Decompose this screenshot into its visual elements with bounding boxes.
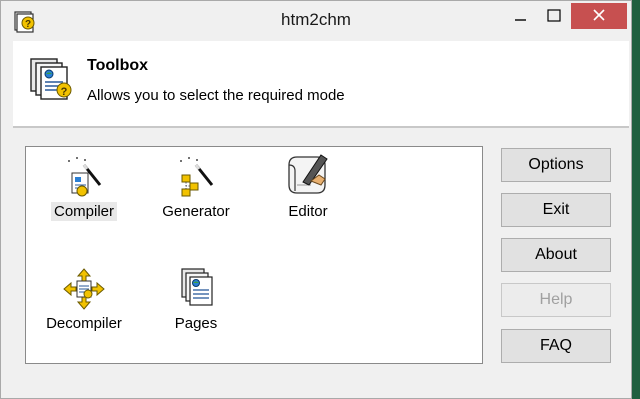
pages-stack-icon <box>181 268 213 306</box>
tool-label-generator: Generator <box>162 203 230 220</box>
about-button[interactable]: About <box>501 238 611 272</box>
tool-item-pages[interactable]: Pages <box>148 267 244 333</box>
minimize-icon <box>515 19 526 21</box>
close-icon <box>593 9 605 21</box>
app-window: ? htm2chm ? Toolbox Allows you to select… <box>0 0 632 399</box>
close-button[interactable] <box>571 3 627 29</box>
document-globe-icon: ? <box>30 58 72 100</box>
tool-label-compiler: Compiler <box>50 202 117 221</box>
header-subtitle: Allows you to select the required mode <box>87 87 345 104</box>
svg-text:?: ? <box>61 86 68 98</box>
tool-item-compiler[interactable]: Compiler <box>36 155 132 221</box>
minimize-button[interactable] <box>501 3 539 29</box>
faq-button[interactable]: FAQ <box>501 329 611 363</box>
maximize-button[interactable] <box>535 3 573 29</box>
maximize-icon <box>547 9 561 22</box>
tool-item-generator[interactable]: Generator <box>148 155 244 221</box>
help-button[interactable]: Help <box>501 283 611 317</box>
title-bar[interactable]: ? htm2chm <box>1 1 631 39</box>
tool-item-editor[interactable]: Editor <box>260 151 356 221</box>
options-button[interactable]: Options <box>501 148 611 182</box>
scroll-quill-icon <box>288 154 328 194</box>
exit-button[interactable]: Exit <box>501 193 611 227</box>
tool-label-decompiler: Decompiler <box>46 315 122 332</box>
header-title: Toolbox <box>87 57 149 74</box>
tool-label-pages: Pages <box>174 315 218 332</box>
generator-wand-icon <box>180 157 214 197</box>
compiler-wand-icon <box>68 157 102 197</box>
header-panel: ? Toolbox Allows you to select the requi… <box>13 41 629 128</box>
tool-label-editor: Editor <box>288 203 328 220</box>
tool-list[interactable]: Compiler Generator Editor Decompiler Pag… <box>25 146 483 364</box>
tool-item-decompiler[interactable]: Decompiler <box>36 267 132 333</box>
decompiler-arrows-icon <box>63 268 105 310</box>
